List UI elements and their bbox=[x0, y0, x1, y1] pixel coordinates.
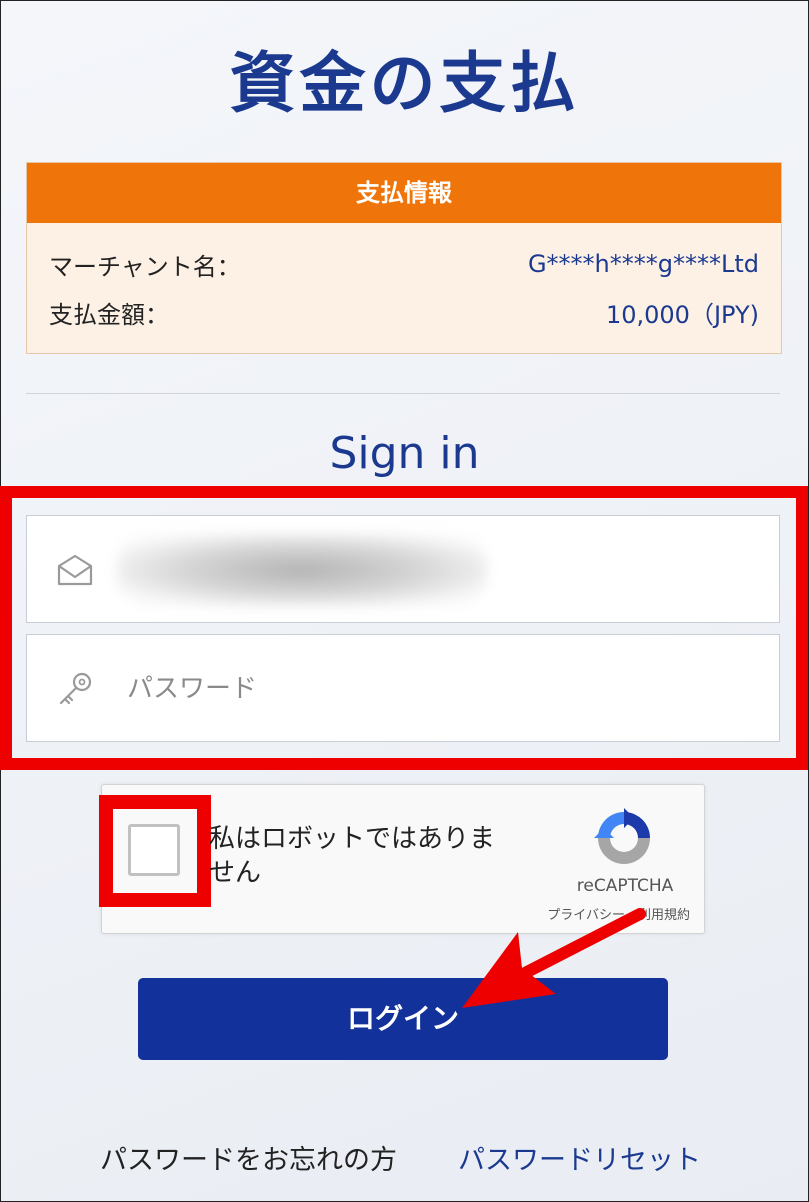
signin-heading: Sign in bbox=[329, 428, 480, 479]
login-button[interactable]: ログイン bbox=[138, 978, 668, 1060]
recaptcha-logo-icon bbox=[594, 808, 650, 864]
merchant-value: G****h****g****Ltd bbox=[527, 250, 759, 278]
amount-value: 10,000（JPY) bbox=[605, 300, 759, 329]
payment-info-card: 支払情報 マーチャント名： G****h****g****Ltd 支払金額： 1… bbox=[26, 162, 782, 354]
payment-info-header: 支払情報 bbox=[27, 163, 781, 223]
password-reset-link[interactable]: パスワードリセット bbox=[458, 1138, 701, 1177]
forgot-password-text: パスワードをお忘れの方 bbox=[100, 1145, 397, 1176]
amount-label: 支払金額： bbox=[49, 300, 169, 329]
annotation-highlight-login-fields bbox=[0, 486, 808, 770]
amount-row: 支払金額： 10,000（JPY) bbox=[49, 295, 759, 329]
recaptcha-privacy-terms-links[interactable]: プライバシー - 利用規約 bbox=[490, 904, 690, 923]
merchant-row: マーチャント名： G****h****g****Ltd bbox=[49, 247, 759, 281]
section-divider bbox=[26, 393, 780, 394]
merchant-label: マーチャント名： bbox=[49, 252, 241, 281]
annotation-highlight-checkbox bbox=[99, 795, 211, 907]
recaptcha-label: 私はロボットではありません bbox=[209, 824, 496, 888]
recaptcha-brand: reCAPTCHA bbox=[576, 876, 674, 896]
page-title: 資金の支払 bbox=[229, 45, 580, 122]
